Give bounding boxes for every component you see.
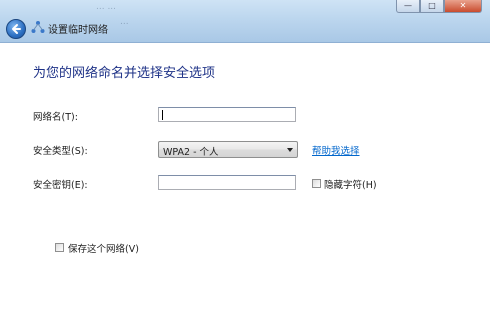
maximize-button[interactable]: □ xyxy=(420,0,444,13)
save-network-label[interactable]: 保存这个网络(V) xyxy=(68,241,139,255)
security-key-input[interactable] xyxy=(158,175,296,190)
back-arrow-icon xyxy=(12,24,21,34)
security-key-label: 安全密钥(E): xyxy=(33,180,88,191)
security-type-value: WPA2 - 个人 xyxy=(163,147,219,158)
wizard-content: 为您的网络命名并选择安全选项 网络名(T): 安全类型(S): WPA2 - 个… xyxy=(0,43,490,322)
back-button[interactable] xyxy=(6,19,26,39)
hide-characters-checkbox[interactable] xyxy=(312,179,321,188)
close-button[interactable]: ✕ xyxy=(444,0,482,13)
title-bar: ... ... ... — □ ✕ 设置临时网络 xyxy=(0,0,490,43)
security-type-select[interactable]: WPA2 - 个人 xyxy=(158,141,298,158)
background-text-2: ... xyxy=(120,17,129,27)
wizard-title: 设置临时网络 xyxy=(48,25,108,36)
chevron-down-icon xyxy=(287,148,293,152)
network-name-label: 网络名(T): xyxy=(33,112,78,123)
text-caret xyxy=(162,110,163,120)
adhoc-network-icon xyxy=(31,21,45,33)
save-network-checkbox[interactable] xyxy=(55,243,64,252)
hide-characters-label[interactable]: 隐藏字符(H) xyxy=(324,177,377,191)
minimize-button[interactable]: — xyxy=(396,0,420,13)
security-type-label: 安全类型(S): xyxy=(33,146,88,157)
caption-buttons: — □ ✕ xyxy=(396,0,482,14)
background-text-1: ... ... xyxy=(96,2,117,12)
wizard-window: ... ... ... — □ ✕ 设置临时网络 为您的网络命名并选择安全选项 … xyxy=(0,0,490,322)
help-me-choose-link[interactable]: 帮助我选择 xyxy=(312,143,360,157)
page-heading: 为您的网络命名并选择安全选项 xyxy=(33,66,216,81)
network-name-input[interactable] xyxy=(158,107,296,122)
